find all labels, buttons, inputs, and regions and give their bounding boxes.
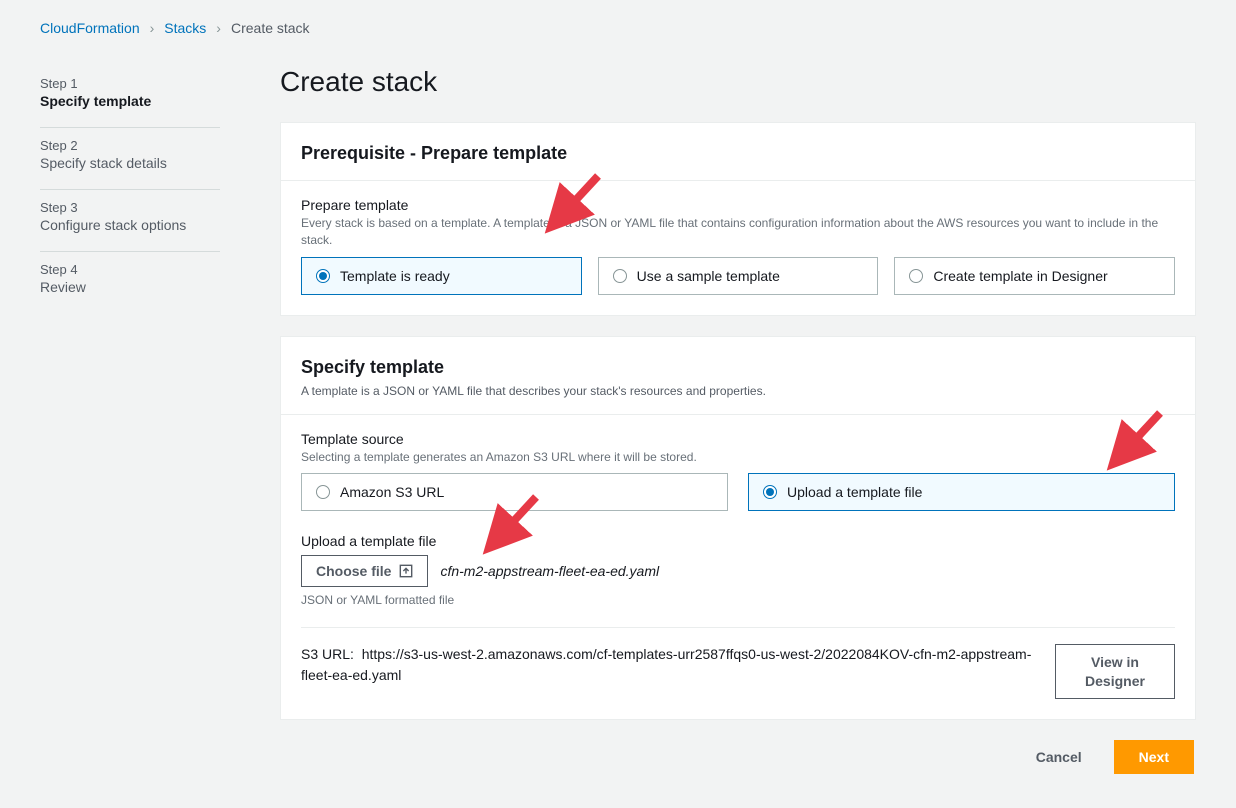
radio-create-designer[interactable]: Create template in Designer bbox=[894, 257, 1175, 295]
field-desc-source: Selecting a template generates an Amazon… bbox=[301, 449, 1175, 466]
choose-file-label: Choose file bbox=[316, 563, 391, 579]
page-title: Create stack bbox=[280, 66, 1196, 98]
panel-heading: Specify template bbox=[301, 357, 1175, 378]
field-label-prepare: Prepare template bbox=[301, 197, 1175, 213]
chevron-right-icon: › bbox=[150, 20, 155, 36]
step-number: Step 3 bbox=[40, 200, 220, 215]
breadcrumb-stacks[interactable]: Stacks bbox=[164, 20, 206, 36]
step-number: Step 2 bbox=[40, 138, 220, 153]
upload-icon bbox=[399, 564, 413, 578]
s3-url-value: https://s3-us-west-2.amazonaws.com/cf-te… bbox=[301, 646, 1031, 683]
radio-s3-url[interactable]: Amazon S3 URL bbox=[301, 473, 728, 511]
wizard-step-4: Step 4 Review bbox=[40, 252, 220, 313]
wizard-step-3: Step 3 Configure stack options bbox=[40, 190, 220, 252]
radio-group-prepare: Template is ready Use a sample template … bbox=[301, 257, 1175, 295]
uploaded-filename: cfn-m2-appstream-fleet-ea-ed.yaml bbox=[440, 563, 659, 579]
cancel-button[interactable]: Cancel bbox=[1020, 740, 1098, 774]
s3-url-label: S3 URL: bbox=[301, 646, 354, 662]
radio-upload-file[interactable]: Upload a template file bbox=[748, 473, 1175, 511]
field-desc-prepare: Every stack is based on a template. A te… bbox=[301, 215, 1175, 249]
panel-heading: Prerequisite - Prepare template bbox=[301, 143, 1175, 164]
step-name: Specify stack details bbox=[40, 155, 220, 171]
step-name: Specify template bbox=[40, 93, 220, 109]
radio-template-ready[interactable]: Template is ready bbox=[301, 257, 582, 295]
step-name: Configure stack options bbox=[40, 217, 220, 233]
field-label-source: Template source bbox=[301, 431, 1175, 447]
radio-icon bbox=[763, 485, 777, 499]
step-number: Step 4 bbox=[40, 262, 220, 277]
panel-prepare-template: Prerequisite - Prepare template Prepare … bbox=[280, 122, 1196, 316]
radio-label: Create template in Designer bbox=[933, 268, 1107, 284]
radio-icon bbox=[316, 485, 330, 499]
breadcrumb-current: Create stack bbox=[231, 20, 310, 36]
radio-label: Amazon S3 URL bbox=[340, 484, 444, 500]
panel-desc: A template is a JSON or YAML file that d… bbox=[301, 384, 1175, 398]
radio-group-source: Amazon S3 URL Upload a template file bbox=[301, 473, 1175, 511]
radio-icon bbox=[316, 269, 330, 283]
panel-specify-template: Specify template A template is a JSON or… bbox=[280, 336, 1196, 720]
radio-icon bbox=[613, 269, 627, 283]
radio-use-sample[interactable]: Use a sample template bbox=[598, 257, 879, 295]
breadcrumb: CloudFormation › Stacks › Create stack bbox=[40, 20, 1196, 36]
upload-hint: JSON or YAML formatted file bbox=[301, 593, 1175, 607]
wizard-step-1[interactable]: Step 1 Specify template bbox=[40, 66, 220, 128]
step-name: Review bbox=[40, 279, 220, 295]
s3-url-display: S3 URL: https://s3-us-west-2.amazonaws.c… bbox=[301, 644, 1039, 686]
wizard-step-2: Step 2 Specify stack details bbox=[40, 128, 220, 190]
wizard-sidebar: Step 1 Specify template Step 2 Specify s… bbox=[40, 66, 220, 774]
step-number: Step 1 bbox=[40, 76, 220, 91]
radio-label: Template is ready bbox=[340, 268, 450, 284]
view-in-designer-button[interactable]: View in Designer bbox=[1055, 644, 1175, 698]
choose-file-button[interactable]: Choose file bbox=[301, 555, 428, 587]
radio-label: Use a sample template bbox=[637, 268, 780, 284]
radio-icon bbox=[909, 269, 923, 283]
wizard-footer: Cancel Next bbox=[280, 740, 1196, 774]
next-button[interactable]: Next bbox=[1114, 740, 1194, 774]
radio-label: Upload a template file bbox=[787, 484, 922, 500]
chevron-right-icon: › bbox=[216, 20, 221, 36]
field-label-upload: Upload a template file bbox=[301, 533, 1175, 549]
breadcrumb-root[interactable]: CloudFormation bbox=[40, 20, 140, 36]
